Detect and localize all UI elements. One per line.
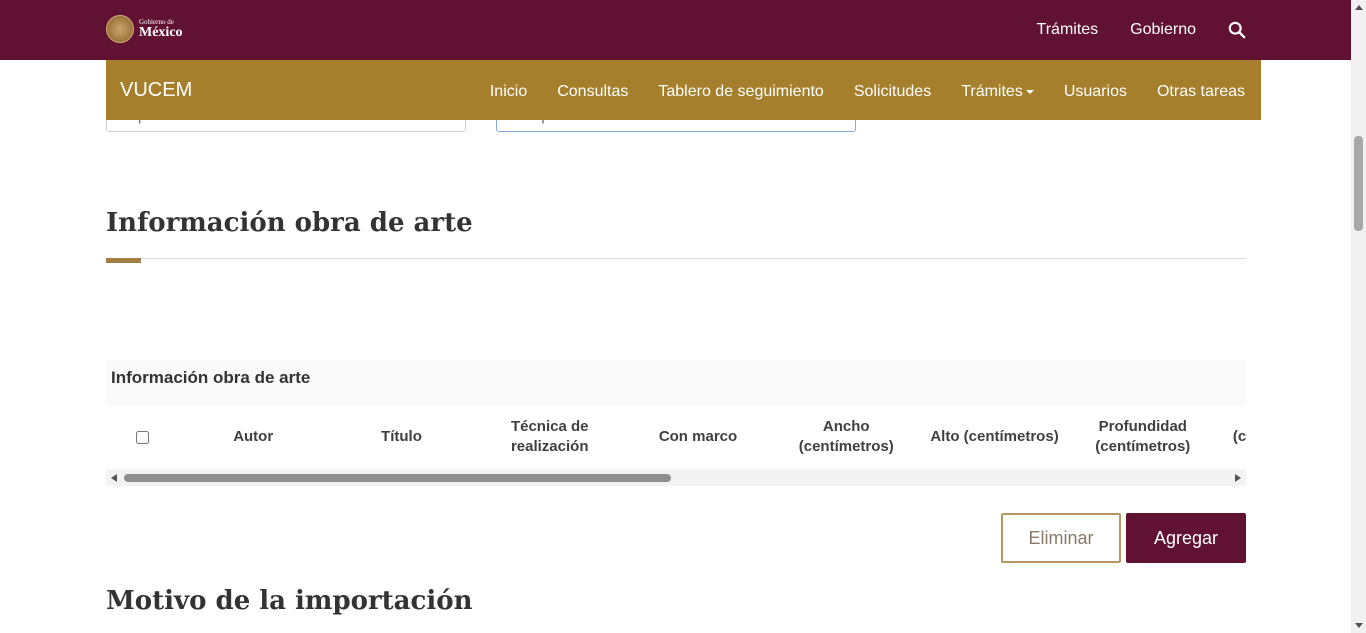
column-header-titulo[interactable]: Título — [327, 427, 475, 447]
section-divider-accent — [106, 258, 141, 263]
gov-nav-gobierno[interactable]: Gobierno — [1130, 21, 1196, 39]
page-vertical-scrollbar[interactable] — [1351, 0, 1366, 633]
national-seal-icon — [106, 15, 134, 43]
nav-tablero-seguimiento[interactable]: Tablero de seguimiento — [658, 83, 823, 101]
vucem-nav: Inicio Consultas Tablero de seguimiento … — [490, 74, 1245, 110]
vucem-navbar: VUCEM Inicio Consultas Tablero de seguim… — [106, 60, 1261, 120]
logo-big-text: México — [139, 24, 183, 40]
nav-consultas[interactable]: Consultas — [557, 83, 628, 101]
table-caption: Información obra de arte — [111, 368, 311, 387]
delete-button[interactable]: Eliminar — [1001, 513, 1121, 563]
gov-nav: Trámites Gobierno — [1037, 0, 1246, 60]
nav-tramites-label: Trámites — [961, 83, 1023, 100]
scroll-right-arrow-icon[interactable] — [1235, 474, 1241, 482]
column-header-truncated[interactable]: (ce — [1217, 427, 1246, 447]
select-all-cell — [106, 430, 179, 444]
gobierno-mexico-logo[interactable]: Gobierno de México — [106, 15, 183, 43]
add-button[interactable]: Agregar — [1126, 513, 1246, 563]
column-header-profundidad[interactable]: Profundidad (centímetros) — [1069, 417, 1217, 457]
scroll-left-arrow-icon[interactable] — [111, 474, 117, 482]
vucem-brand[interactable]: VUCEM — [120, 60, 192, 120]
page-scrollbar-thumb[interactable] — [1354, 136, 1363, 231]
column-header-tecnica[interactable]: Técnica de realización — [476, 417, 624, 457]
scroll-down-arrow-icon[interactable] — [1355, 623, 1363, 628]
artwork-table: Información obra de arte Autor Título Té… — [106, 360, 1246, 485]
nav-otras-tareas[interactable]: Otras tareas — [1157, 83, 1245, 101]
table-horizontal-scrollbar[interactable] — [106, 470, 1246, 486]
caret-down-icon — [1025, 89, 1034, 94]
select-all-checkbox[interactable] — [136, 430, 150, 444]
table-header-row: Autor Título Técnica de realización Con … — [106, 406, 1246, 468]
nav-usuarios[interactable]: Usuarios — [1064, 83, 1127, 101]
scroll-up-arrow-icon[interactable] — [1355, 5, 1363, 10]
gov-header: Gobierno de México Trámites Gobierno — [0, 0, 1351, 60]
nav-solicitudes[interactable]: Solicitudes — [854, 83, 931, 101]
scrollbar-thumb[interactable] — [124, 474, 671, 482]
column-header-con-marco[interactable]: Con marco — [624, 427, 772, 447]
gov-nav-tramites[interactable]: Trámites — [1037, 21, 1099, 39]
column-header-ancho[interactable]: Ancho (centímetros) — [772, 417, 920, 457]
logo-text: Gobierno de México — [139, 18, 183, 40]
nav-inicio[interactable]: Inicio — [490, 83, 527, 101]
section-title-artwork: Información obra de arte — [106, 208, 473, 238]
section-title-import-reason: Motivo de la importación — [106, 586, 473, 616]
search-icon[interactable] — [1228, 21, 1246, 39]
nav-tramites-dropdown[interactable]: Trámites — [961, 83, 1034, 101]
column-header-alto[interactable]: Alto (centímetros) — [920, 427, 1068, 447]
column-header-autor[interactable]: Autor — [179, 427, 327, 447]
section-divider — [106, 258, 1246, 259]
